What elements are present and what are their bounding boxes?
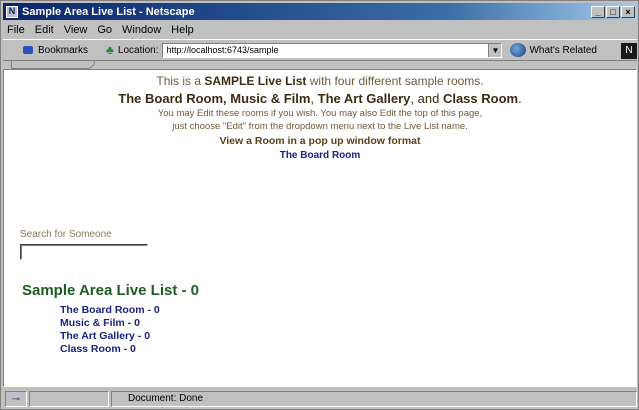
- room-names-sep2: , and: [410, 91, 440, 106]
- room-names-line: The Board Room, Music & Film, The Art Ga…: [4, 91, 636, 106]
- menu-edit[interactable]: Edit: [31, 24, 60, 36]
- intro-block: This is a SAMPLE Live List with four dif…: [4, 74, 636, 161]
- room-item-music-film[interactable]: Music & Film - 0: [60, 317, 160, 330]
- chevron-down-icon[interactable]: ▼: [488, 43, 502, 57]
- related-icon: [510, 43, 527, 57]
- bookmarks-icon: [21, 44, 35, 56]
- room-names-end: .: [518, 91, 522, 106]
- menu-window[interactable]: Window: [118, 24, 167, 36]
- intro-prefix: This is a: [156, 74, 202, 88]
- location-icon: ♣: [106, 43, 114, 57]
- edit-instructions-2: just choose "Edit" from the dropdown men…: [172, 121, 468, 132]
- search-input[interactable]: [20, 244, 148, 260]
- room-item-class-room[interactable]: Class Room - 0: [60, 343, 160, 356]
- minimize-button[interactable]: _: [591, 5, 605, 18]
- url-text: http://localhost:6743/sample: [166, 44, 279, 55]
- menu-go[interactable]: Go: [93, 24, 118, 36]
- room-list: The Board Room - 0 Music & Film - 0 The …: [60, 304, 160, 356]
- status-text: Document: Done: [111, 391, 637, 407]
- room-item-board-room[interactable]: The Board Room - 0: [60, 304, 160, 317]
- whats-related-label: What's Related: [529, 44, 597, 56]
- intro-bold: SAMPLE Live List: [204, 74, 307, 88]
- menu-view[interactable]: View: [60, 24, 94, 36]
- location-toolbar: Bookmarks ♣ Location: http://localhost:6…: [3, 39, 637, 61]
- status-bar: ⊸ Document: Done: [3, 389, 637, 409]
- board-room-link[interactable]: The Board Room: [4, 150, 636, 161]
- room-names-b: The Art Gallery: [317, 91, 411, 106]
- bookmarks-label: Bookmarks: [38, 44, 89, 56]
- toolbar-tab[interactable]: [3, 61, 637, 69]
- search-label: Search for Someone: [20, 229, 112, 240]
- browser-window: N Sample Area Live List - Netscape _ □ ×…: [0, 0, 639, 410]
- edit-instructions-1: You may Edit these rooms if you wish. Yo…: [157, 108, 483, 119]
- menu-file[interactable]: File: [3, 24, 31, 36]
- intro-suffix: with four different sample rooms.: [309, 74, 484, 88]
- maximize-button[interactable]: □: [606, 5, 620, 18]
- menu-bar: File Edit View Go Window Help: [3, 21, 637, 38]
- title-bar[interactable]: N Sample Area Live List - Netscape _ □ ×: [3, 3, 637, 20]
- menu-help[interactable]: Help: [167, 24, 200, 36]
- room-names-a: The Board Room, Music & Film: [118, 91, 311, 106]
- bookmarks-button[interactable]: Bookmarks: [21, 44, 88, 56]
- page-content: This is a SAMPLE Live List with four dif…: [3, 69, 637, 387]
- progress-bar: [29, 391, 109, 407]
- collapse-tab-icon[interactable]: [11, 61, 95, 69]
- url-field[interactable]: http://localhost:6743/sample ▼: [162, 42, 503, 58]
- window-title: Sample Area Live List - Netscape: [22, 5, 195, 18]
- room-names-c: Class Room: [442, 91, 519, 106]
- close-button[interactable]: ×: [621, 5, 635, 18]
- netscape-icon: N: [6, 5, 18, 18]
- view-room-popup-link[interactable]: View a Room in a pop up window format: [4, 135, 636, 147]
- security-icon[interactable]: ⊸: [5, 391, 27, 407]
- location-label: Location:: [117, 44, 159, 56]
- whats-related-button[interactable]: What's Related: [510, 43, 597, 57]
- room-item-art-gallery[interactable]: The Art Gallery - 0: [60, 330, 160, 343]
- netscape-throbber-icon[interactable]: N: [621, 43, 637, 59]
- live-list-title[interactable]: Sample Area Live List - 0: [22, 282, 199, 299]
- room-names-sep1: ,: [310, 91, 315, 106]
- intro-line: This is a SAMPLE Live List with four dif…: [4, 74, 636, 88]
